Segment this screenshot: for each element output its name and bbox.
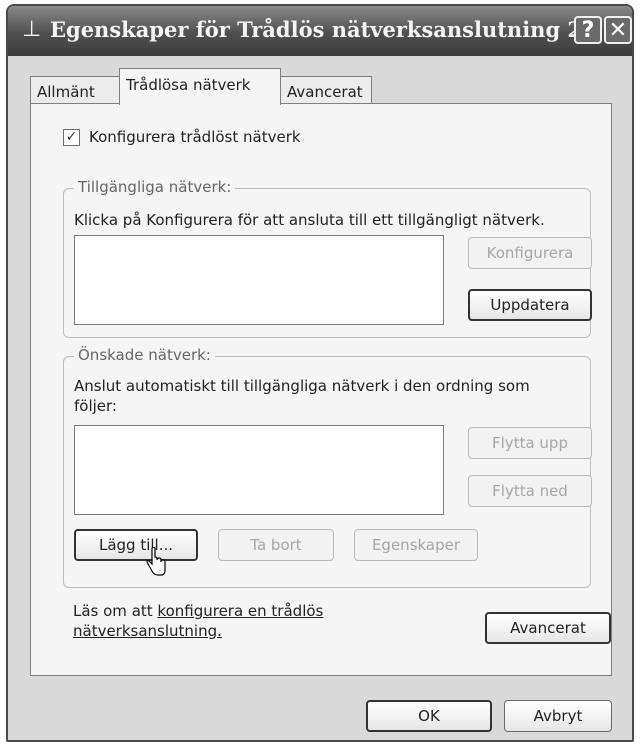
advanced-button[interactable]: Avancerat — [485, 612, 611, 644]
info-prefix: Läs om att — [73, 602, 158, 620]
available-networks-group: Tillgängliga nätverk: Klicka på Konfigur… — [63, 178, 592, 338]
info-line1: Läs om att konfigurera en trådlös — [73, 602, 323, 620]
close-button[interactable]: ✕ — [604, 16, 632, 44]
available-networks-description: Klicka på Konfigurera för att ansluta ti… — [74, 211, 545, 229]
preferred-networks-legend: Önskade nätverk: — [74, 346, 215, 364]
configure-wireless-link-part1[interactable]: konfigurera en trådlös — [157, 602, 323, 620]
network-icon: ⊥ — [22, 17, 42, 42]
ok-button[interactable]: OK — [366, 700, 492, 732]
move-down-button[interactable]: Flytta ned — [468, 475, 592, 507]
move-up-button[interactable]: Flytta upp — [468, 427, 592, 459]
window-title: Egenskaper för Trådlös nätverksanslutnin… — [50, 17, 583, 42]
available-networks-list[interactable] — [74, 235, 444, 325]
wireless-networks-panel: ✓ Konfigurera trådlöst nätverk Tillgängl… — [30, 103, 612, 676]
tab-advanced[interactable]: Avancerat — [280, 76, 372, 104]
configure-wireless-checkbox[interactable]: ✓ — [63, 129, 80, 146]
remove-network-button[interactable]: Ta bort — [218, 529, 334, 561]
help-button[interactable]: ? — [574, 16, 602, 44]
hand-cursor-icon — [146, 547, 166, 576]
tab-general[interactable]: Allmänt — [30, 76, 120, 104]
preferred-networks-description-line2: följer: — [74, 397, 117, 415]
properties-dialog: ⊥ Egenskaper för Trådlös nätverksanslutn… — [6, 4, 634, 742]
preferred-networks-list[interactable] — [74, 425, 444, 515]
configure-wireless-link-part2[interactable]: nätverksanslutning. — [73, 622, 222, 640]
configure-button[interactable]: Konfigurera — [468, 237, 592, 269]
cancel-button[interactable]: Avbryt — [504, 700, 612, 732]
configure-wireless-label[interactable]: Konfigurera trådlöst nätverk — [89, 128, 301, 146]
network-properties-button[interactable]: Egenskaper — [354, 529, 478, 561]
tab-wireless-networks[interactable]: Trådlösa nätverk — [119, 68, 281, 105]
title-bar[interactable]: ⊥ Egenskaper för Trådlös nätverksanslutn… — [8, 6, 632, 56]
preferred-networks-group: Önskade nätverk: Anslut automatiskt till… — [63, 346, 592, 588]
refresh-button[interactable]: Uppdatera — [468, 289, 592, 321]
preferred-networks-description-line1: Anslut automatiskt till tillgängliga nät… — [74, 377, 530, 395]
add-network-button[interactable]: Lägg till... — [74, 529, 198, 561]
info-line2: nätverksanslutning. — [73, 622, 222, 640]
available-networks-legend: Tillgängliga nätverk: — [74, 178, 236, 196]
